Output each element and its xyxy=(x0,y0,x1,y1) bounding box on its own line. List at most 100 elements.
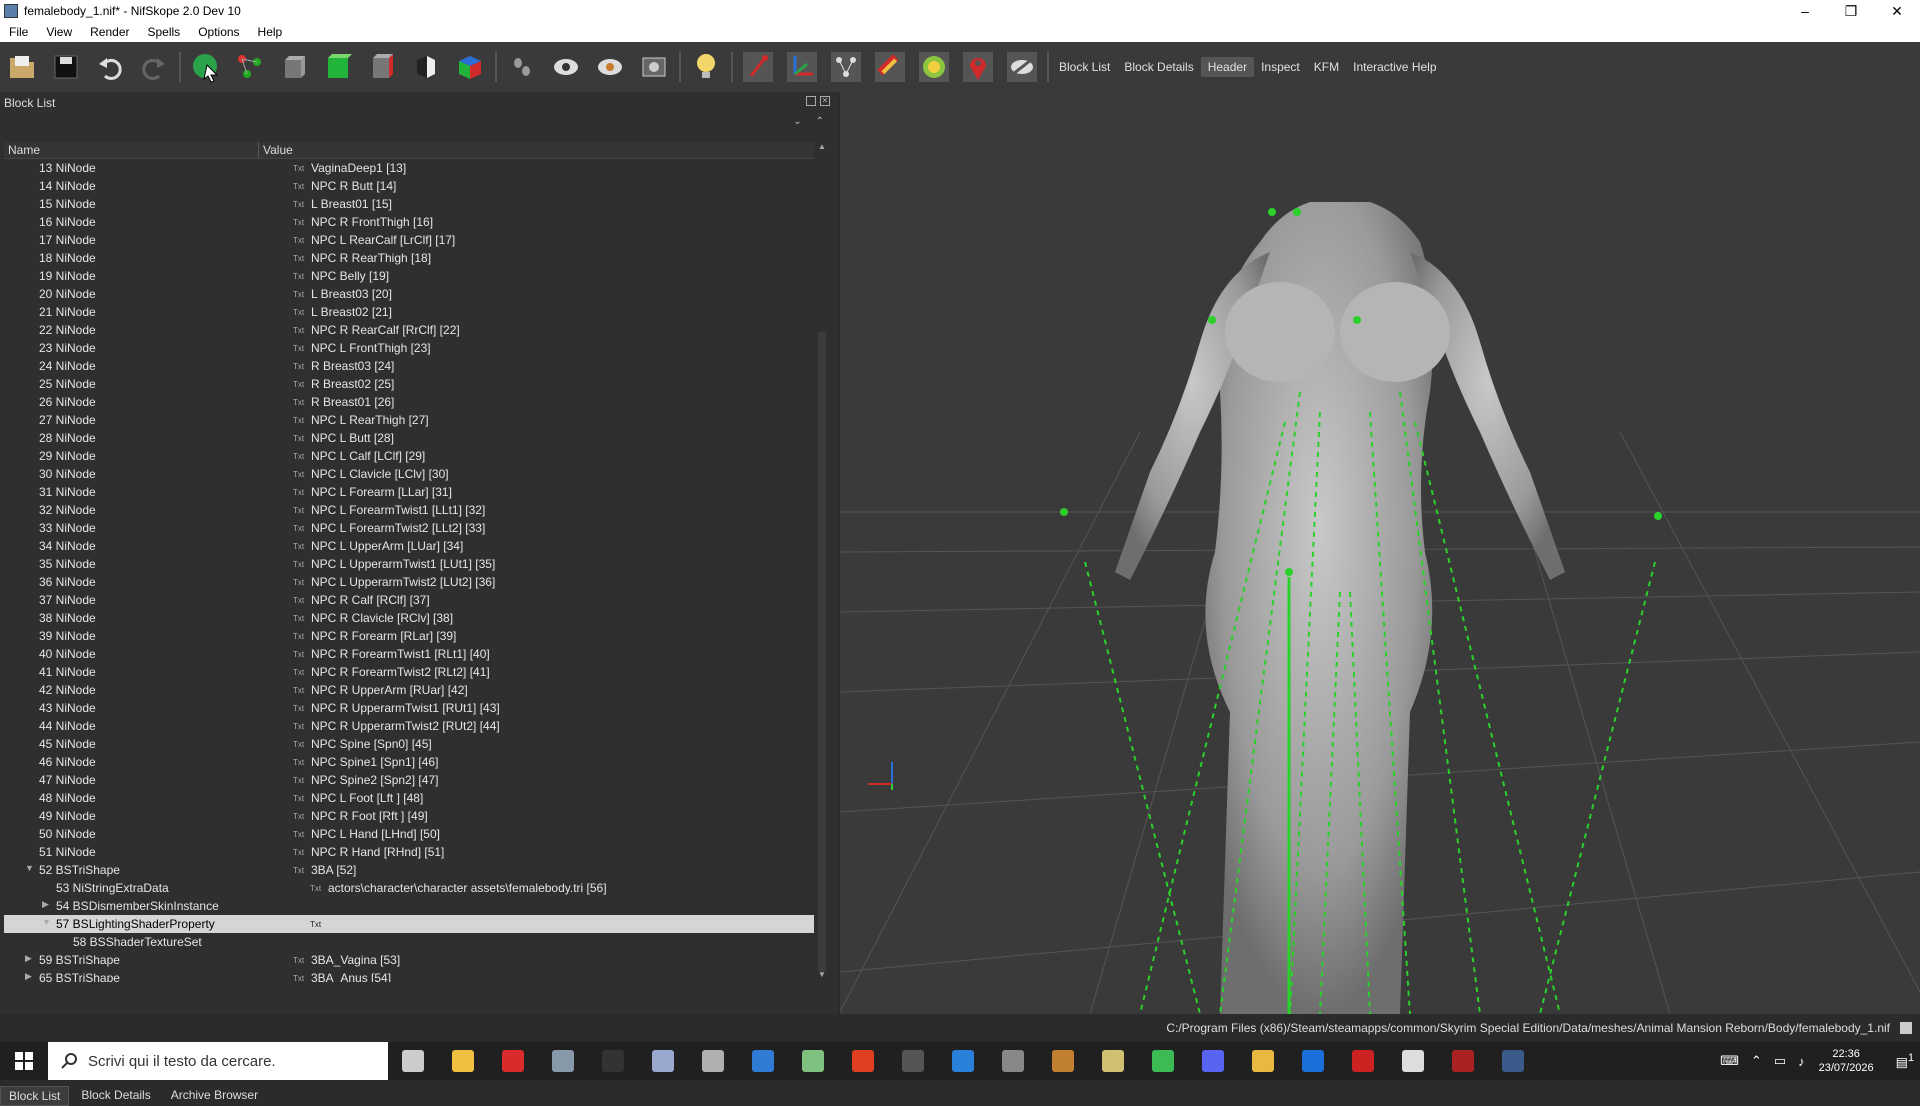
mod-manager-icon[interactable] xyxy=(588,1042,638,1080)
close-panel-icon[interactable]: ✕ xyxy=(820,96,830,106)
clock[interactable]: 22:36 23/07/2026 xyxy=(1819,1047,1874,1075)
tree-row[interactable]: 13 NiNode Txt VaginaDeep1 [13] xyxy=(4,159,814,177)
show-markers-icon-2[interactable] xyxy=(960,49,996,85)
tree-row[interactable]: 23 NiNode Txt NPC L FrontThigh [23] xyxy=(4,339,814,357)
select-vertex-icon[interactable] xyxy=(232,49,268,85)
arrow-app-icon[interactable] xyxy=(888,1042,938,1080)
tree-row[interactable]: ▼ 57 BSLightingShaderProperty Txt xyxy=(4,915,814,933)
float-panel-icon[interactable] xyxy=(806,96,816,106)
close-button[interactable]: ✕ xyxy=(1874,0,1920,22)
feather-icon[interactable] xyxy=(638,1042,688,1080)
toolbar-inspect[interactable]: Inspect xyxy=(1254,60,1307,74)
tree-row[interactable]: 31 NiNode Txt NPC L Forearm [LLar] [31] xyxy=(4,483,814,501)
show-hidden-icon[interactable] xyxy=(548,49,584,85)
tree-row[interactable]: 20 NiNode Txt L Breast03 [20] xyxy=(4,285,814,303)
tree-row[interactable]: 48 NiNode Txt NPC L Foot [Lft ] [48] xyxy=(4,789,814,807)
start-button[interactable] xyxy=(0,1042,48,1080)
show-axes-icon[interactable] xyxy=(740,49,776,85)
tree-row[interactable]: 24 NiNode Txt R Breast03 [24] xyxy=(4,357,814,375)
minimize-button[interactable]: – xyxy=(1782,0,1828,22)
tree-row[interactable]: 30 NiNode Txt NPC L Clavicle [LClv] [30] xyxy=(4,465,814,483)
red-app-icon[interactable] xyxy=(1338,1042,1388,1080)
expanded-arrow-icon[interactable]: ▼ xyxy=(25,863,34,873)
tree-row[interactable]: 39 NiNode Txt NPC R Forearm [RLar] [39] xyxy=(4,627,814,645)
toolbar-kfm[interactable]: KFM xyxy=(1307,60,1346,74)
menu-view[interactable]: View xyxy=(37,25,81,39)
view-front-icon[interactable] xyxy=(276,49,312,85)
notification-icon[interactable]: ▤1 xyxy=(1896,1052,1914,1070)
tree-row[interactable]: 43 NiNode Txt NPC R UpperarmTwist1 [RUt1] … xyxy=(4,699,814,717)
view-side-icon[interactable] xyxy=(364,49,400,85)
show-invisible-icon[interactable] xyxy=(1004,49,1040,85)
toolbar-block-details[interactable]: Block Details xyxy=(1117,60,1200,74)
tree-row[interactable]: 38 NiNode Txt NPC R Clavicle [RClv] [38] xyxy=(4,609,814,627)
file-explorer-icon[interactable] xyxy=(438,1042,488,1080)
tree-row[interactable]: 14 NiNode Txt NPC R Butt [14] xyxy=(4,177,814,195)
menu-options[interactable]: Options xyxy=(189,25,248,39)
terminal-icon[interactable] xyxy=(988,1042,1038,1080)
grid-app-icon[interactable] xyxy=(1388,1042,1438,1080)
menu-render[interactable]: Render xyxy=(81,25,138,39)
tree-row[interactable]: 22 NiNode Txt NPC R RearCalf [RrClf] [22] xyxy=(4,321,814,339)
tab-block-details[interactable]: Block Details xyxy=(73,1086,158,1106)
tree-row[interactable]: 58 BSShaderTextureSet xyxy=(4,933,814,951)
expanded-arrow-icon[interactable]: ▼ xyxy=(42,917,51,927)
tree-row[interactable]: 44 NiNode Txt NPC R UpperarmTwist2 [RUt2] … xyxy=(4,717,814,735)
volume-icon[interactable]: ♪ xyxy=(1798,1054,1805,1069)
tree-row[interactable]: 50 NiNode Txt NPC L Hand [LHnd] [50] xyxy=(4,825,814,843)
chrome-icon[interactable] xyxy=(1138,1042,1188,1080)
show-grid-icon[interactable] xyxy=(784,49,820,85)
tree-row[interactable]: 37 NiNode Txt NPC R Calf [RClf] [37] xyxy=(4,591,814,609)
tree-row[interactable]: 47 NiNode Txt NPC Spine2 [Spn2] [47] xyxy=(4,771,814,789)
tree-row[interactable]: 53 NiStringExtraData Txt actors\character\… xyxy=(4,879,814,897)
keyboard-icon[interactable]: ⌨ xyxy=(1720,1053,1739,1069)
photoshop-icon[interactable] xyxy=(1288,1042,1338,1080)
show-nodes-icon[interactable] xyxy=(504,49,540,85)
tab-archive-browser[interactable]: Archive Browser xyxy=(163,1086,266,1106)
show-havok-icon[interactable] xyxy=(916,49,952,85)
chevron-up-icon[interactable]: ⌃ xyxy=(1751,1053,1762,1069)
menu-help[interactable]: Help xyxy=(249,25,292,39)
tree-row[interactable]: 49 NiNode Txt NPC R Foot [Rft ] [49] xyxy=(4,807,814,825)
tree-row[interactable]: 35 NiNode Txt NPC L UpperarmTwist1 [LUt1] … xyxy=(4,555,814,573)
task-view-icon[interactable] xyxy=(388,1042,438,1080)
scroll-down-icon[interactable]: ▼ xyxy=(816,970,828,982)
redo-icon[interactable] xyxy=(136,49,172,85)
expand-all-icon[interactable]: ⌄ xyxy=(793,116,801,127)
record-app-icon[interactable] xyxy=(1438,1042,1488,1080)
network-icon[interactable]: ▭ xyxy=(1774,1053,1786,1069)
undo-icon[interactable] xyxy=(92,49,128,85)
window-app-icon[interactable] xyxy=(938,1042,988,1080)
tree-row[interactable]: ▶ 59 BSTriShape Txt 3BA_Vagina [53] xyxy=(4,951,814,969)
tree-row[interactable]: 21 NiNode Txt L Breast02 [21] xyxy=(4,303,814,321)
column-value[interactable]: Value xyxy=(259,142,293,158)
tree-row[interactable]: 15 NiNode Txt L Breast01 [15] xyxy=(4,195,814,213)
tree-row[interactable]: 34 NiNode Txt NPC L UpperArm [LUar] [34] xyxy=(4,537,814,555)
tree-row[interactable]: 19 NiNode Txt NPC Belly [19] xyxy=(4,267,814,285)
menu-spells[interactable]: Spells xyxy=(139,25,190,39)
show-markers-icon[interactable] xyxy=(592,49,628,85)
tree-row[interactable]: 46 NiNode Txt NPC Spine1 [Spn1] [46] xyxy=(4,753,814,771)
tree-row[interactable]: 33 NiNode Txt NPC L ForearmTwist2 [LLt2] [… xyxy=(4,519,814,537)
scroll-thumb[interactable] xyxy=(818,332,826,972)
menu-file[interactable]: File xyxy=(0,25,37,39)
scroll-up-icon[interactable]: ▲ xyxy=(816,142,828,154)
tree-row[interactable]: 25 NiNode Txt R Breast02 [25] xyxy=(4,375,814,393)
tab-block-list[interactable]: Block List xyxy=(0,1086,70,1106)
show-skeleton-icon[interactable] xyxy=(828,49,864,85)
tree-row[interactable]: 36 NiNode Txt NPC L UpperarmTwist2 [LUt2] … xyxy=(4,573,814,591)
collapsed-arrow-icon[interactable]: ▶ xyxy=(25,971,32,982)
toolbar-interactive-help[interactable]: Interactive Help xyxy=(1346,60,1443,74)
folder-icon[interactable] xyxy=(1238,1042,1288,1080)
tree-row[interactable]: 32 NiNode Txt NPC L ForearmTwist1 [LLt1] [… xyxy=(4,501,814,519)
tree-row[interactable]: 17 NiNode Txt NPC L RearCalf [LrClf] [17] xyxy=(4,231,814,249)
lighting-icon[interactable] xyxy=(688,49,724,85)
collapsed-arrow-icon[interactable]: ▶ xyxy=(25,953,32,964)
tree-row[interactable]: 42 NiNode Txt NPC R UpperArm [RUar] [42] xyxy=(4,681,814,699)
tree-row[interactable]: 51 NiNode Txt NPC R Hand [RHnd] [51] xyxy=(4,843,814,861)
tree-row[interactable]: 40 NiNode Txt NPC R ForearmTwist1 [RLt1] [… xyxy=(4,645,814,663)
view-walk-icon[interactable] xyxy=(408,49,444,85)
tree-scrollbar[interactable]: ▲ ▼ xyxy=(816,142,828,982)
opera-icon[interactable] xyxy=(488,1042,538,1080)
collapse-all-icon[interactable]: ⌃ xyxy=(816,116,824,127)
